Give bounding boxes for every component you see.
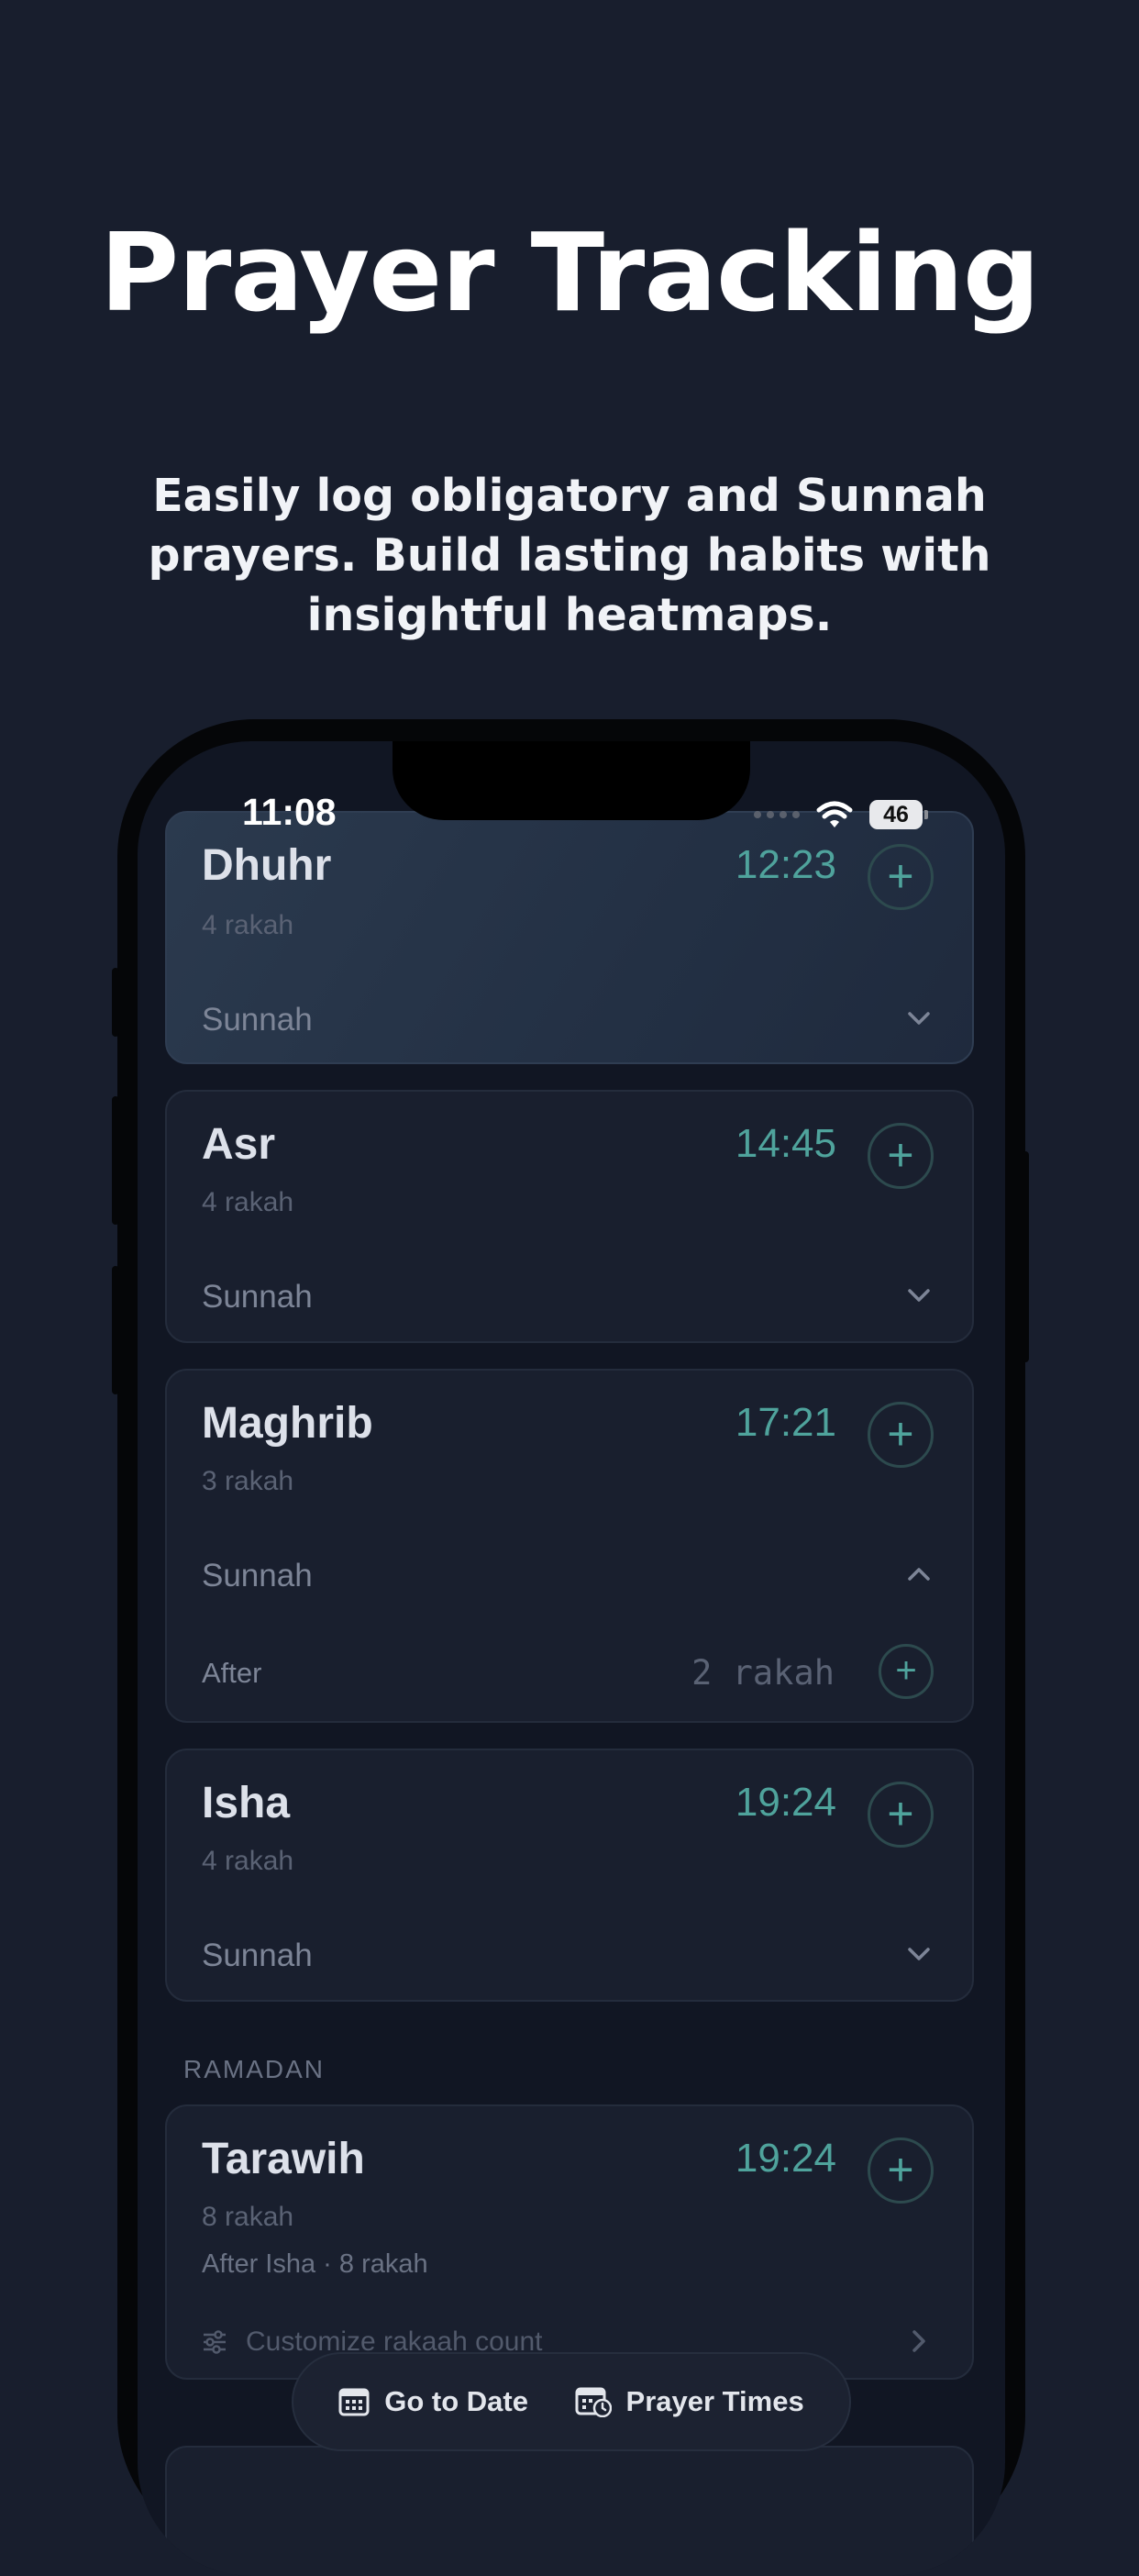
mute-switch	[112, 968, 119, 1037]
log-prayer-button[interactable]: +	[868, 1123, 934, 1189]
battery-icon: 46	[869, 800, 928, 829]
log-prayer-button[interactable]: +	[868, 1782, 934, 1848]
chevron-up-icon[interactable]	[902, 1558, 935, 1591]
rakah-count: 4 rakah	[202, 910, 294, 940]
go-to-date-button[interactable]: Go to Date	[338, 2385, 528, 2418]
notch	[393, 741, 750, 820]
sunnah-after-count: 2 rakah	[691, 1653, 835, 1693]
bottom-action-bar: Go to Date Prayer Times	[292, 2352, 851, 2451]
sunnah-toggle[interactable]: Sunnah	[202, 1002, 313, 1038]
section-header-ramadan: RAMADAN	[183, 2055, 326, 2083]
log-sunnah-button[interactable]: +	[879, 1644, 934, 1699]
prayer-time: 12:23	[735, 842, 836, 887]
sunnah-after-label: After	[202, 1657, 262, 1689]
prayer-times-button[interactable]: Prayer Times	[575, 2385, 804, 2418]
power-button	[1022, 1151, 1029, 1362]
prayer-card-next	[165, 2446, 974, 2576]
chevron-down-icon[interactable]	[902, 1938, 935, 1971]
prayer-card-tarawih[interactable]: Tarawih 19:24 + 8 rakah After Isha · 8 r…	[165, 2104, 974, 2380]
prayer-time: 19:24	[735, 2136, 836, 2181]
go-to-date-label: Go to Date	[384, 2385, 528, 2417]
volume-up-button	[112, 1096, 119, 1225]
calendar-icon	[338, 2388, 370, 2416]
prayer-name: Tarawih	[202, 2135, 365, 2183]
log-prayer-button[interactable]: +	[868, 844, 934, 910]
promo-title: Prayer Tracking	[99, 209, 1041, 336]
sliders-icon	[204, 2330, 226, 2354]
promo-subtitle: Easily log obligatory and Sunnah prayers…	[148, 470, 991, 641]
prayer-card-dhuhr[interactable]: Dhuhr 12:23 + 4 rakah Sunnah	[165, 811, 974, 1064]
signal-icon	[754, 811, 800, 818]
calendar-clock-icon	[575, 2387, 612, 2417]
prayer-times-label: Prayer Times	[625, 2385, 804, 2417]
chevron-down-icon[interactable]	[902, 1279, 935, 1312]
sunnah-toggle[interactable]: Sunnah	[202, 1279, 313, 1316]
prayer-card-isha[interactable]: Isha 19:24 + 4 rakah Sunnah	[165, 1749, 974, 2002]
sunnah-toggle[interactable]: Sunnah	[202, 1558, 313, 1594]
volume-down-button	[112, 1266, 119, 1394]
chevron-right-icon[interactable]	[902, 2325, 935, 2358]
prayer-card-asr[interactable]: Asr 14:45 + 4 rakah Sunnah	[165, 1090, 974, 1343]
prayer-time: 19:24	[735, 1780, 836, 1825]
prayer-card-maghrib[interactable]: Maghrib 17:21 + 3 rakah Sunnah After 2 r…	[165, 1369, 974, 1723]
status-icons: 46	[754, 796, 928, 833]
log-prayer-button[interactable]: +	[868, 1402, 934, 1468]
prayer-name: Dhuhr	[202, 841, 332, 890]
log-prayer-button[interactable]: +	[868, 2137, 934, 2204]
status-time: 11:08	[242, 791, 337, 833]
chevron-down-icon[interactable]	[902, 1002, 935, 1035]
rakah-count: 8 rakah	[202, 2202, 294, 2232]
rakah-count: 4 rakah	[202, 1187, 294, 1217]
tarawih-note: After Isha · 8 rakah	[202, 2249, 428, 2279]
phone-screen: 11:08 46 Dhuhr 12:23 + 4 rakah Sunnah As…	[138, 741, 1005, 2576]
sunnah-toggle[interactable]: Sunnah	[202, 1938, 313, 1974]
prayer-time: 14:45	[735, 1121, 836, 1166]
rakah-count: 3 rakah	[202, 1466, 294, 1496]
wifi-icon	[816, 801, 853, 827]
prayer-name: Asr	[202, 1120, 276, 1169]
prayer-name: Maghrib	[202, 1399, 373, 1448]
prayer-name: Isha	[202, 1779, 291, 1827]
rakah-count: 4 rakah	[202, 1846, 294, 1876]
prayer-time: 17:21	[735, 1400, 836, 1445]
